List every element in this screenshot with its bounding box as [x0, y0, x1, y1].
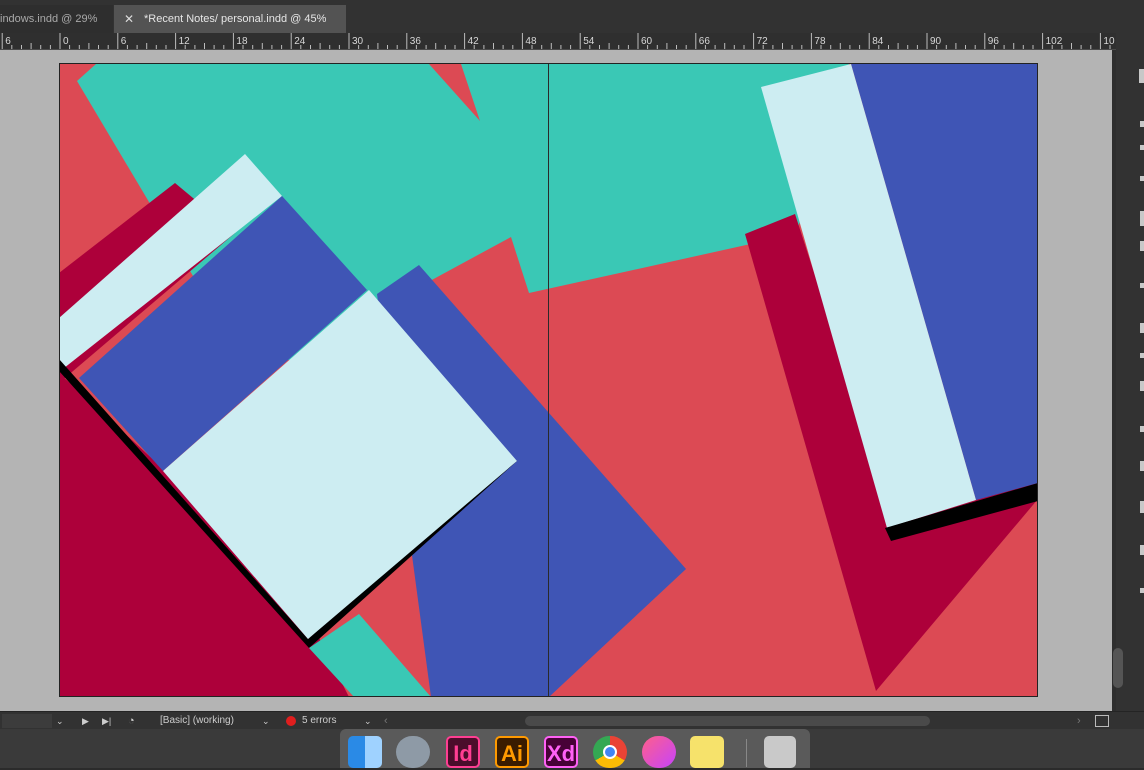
panel-icon — [1140, 501, 1144, 513]
ruler-label: 10 — [1103, 36, 1115, 47]
chevron-down-icon[interactable]: ⌄ — [262, 712, 270, 730]
illustrator-app-label: Ai — [501, 741, 523, 766]
error-status-icon — [286, 716, 296, 726]
ruler-graphic: 6 0 6 12 18 24 30 36 42 48 54 60 66 72 78 84 90 96 102 10 — [1, 33, 1115, 49]
panel-icon — [1140, 121, 1144, 127]
panel-icon — [1139, 69, 1144, 83]
vertical-scrollbar-track[interactable] — [1112, 50, 1116, 711]
panel-icon — [1140, 381, 1144, 391]
tab-windows-document[interactable]: indows.indd @ 29% — [0, 5, 113, 33]
panel-icon — [1140, 176, 1144, 181]
panel-icon — [1140, 211, 1144, 226]
ruler-label: 18 — [236, 36, 248, 47]
panel-icon — [1140, 353, 1144, 358]
ruler-label: 84 — [872, 36, 884, 47]
close-icon[interactable]: ✕ — [124, 5, 134, 33]
stickies-icon[interactable] — [690, 736, 724, 768]
spread-artwork — [59, 63, 1038, 697]
scroll-right-icon[interactable]: › — [1077, 712, 1081, 730]
chrome-center-icon — [603, 745, 617, 759]
panel-icon — [1140, 145, 1144, 150]
next-page-icon[interactable]: ▶ — [82, 712, 89, 730]
launchpad-icon[interactable] — [396, 736, 430, 768]
xd-app-icon[interactable]: Xd — [544, 736, 578, 768]
ruler-label: 0 — [63, 36, 69, 47]
tab-label: indows.indd @ 29% — [0, 13, 98, 25]
indesign-app-icon[interactable]: Id — [446, 736, 480, 768]
preflight-profile[interactable]: [Basic] (working) — [160, 712, 234, 730]
page-number-field[interactable] — [2, 714, 52, 728]
ruler-label: 60 — [641, 36, 653, 47]
document-tab-bar: indows.indd @ 29% ✕ *Recent Notes/ perso… — [0, 0, 1144, 33]
chrome-icon[interactable] — [593, 736, 627, 768]
panel-icon — [1140, 426, 1144, 432]
panel-icon — [1140, 588, 1144, 593]
ruler-label: 12 — [179, 36, 191, 47]
ruler-label: 96 — [988, 36, 1000, 47]
chevron-down-icon[interactable]: ⌄ — [364, 712, 372, 730]
ruler-label: 90 — [930, 36, 942, 47]
ruler-label: 6 — [121, 36, 127, 47]
ruler-label: 54 — [583, 36, 595, 47]
preflight-icon[interactable]: ◔ — [128, 712, 135, 730]
panel-icon — [1140, 323, 1144, 333]
chevron-down-icon[interactable]: ⌄ — [56, 712, 64, 730]
split-window-icon[interactable] — [1095, 715, 1109, 727]
tools-panel-edge[interactable] — [1116, 33, 1144, 713]
panel-icon — [1140, 545, 1144, 555]
indesign-app-label: Id — [453, 741, 473, 766]
ruler-label: 66 — [699, 36, 711, 47]
status-bar: ⌄ ▶ ▶| ◔ [Basic] (working) ⌄ 5 errors ⌄ … — [0, 711, 1144, 730]
finder-icon[interactable] — [348, 736, 382, 768]
trash-icon[interactable] — [764, 736, 796, 768]
xd-app-label: Xd — [546, 741, 576, 766]
ruler-label: 78 — [814, 36, 826, 47]
ruler-label: 30 — [352, 36, 364, 47]
scroll-left-icon[interactable]: ‹ — [384, 712, 388, 730]
ruler-label: 72 — [757, 36, 769, 47]
tab-label: *Recent Notes/ personal.indd @ 45% — [144, 13, 327, 25]
last-page-icon[interactable]: ▶| — [102, 712, 111, 730]
panel-icons — [1139, 69, 1144, 593]
tab-personal-document[interactable]: ✕ *Recent Notes/ personal.indd @ 45% — [114, 5, 346, 33]
macos-dock: Id Ai Xd — [340, 729, 810, 768]
ruler-label: 24 — [294, 36, 306, 47]
panel-icon — [1140, 283, 1144, 288]
ruler-label: 102 — [1046, 36, 1063, 47]
ruler-label: 6 — [5, 36, 11, 47]
ruler-label: 48 — [525, 36, 537, 47]
document-spread[interactable] — [59, 63, 1038, 697]
vertical-scrollbar-thumb[interactable] — [1113, 648, 1123, 688]
horizontal-ruler[interactable]: 6 0 6 12 18 24 30 36 42 48 54 60 66 72 78 84 90 96 102 10 — [0, 33, 1116, 50]
horizontal-scrollbar-thumb[interactable] — [525, 716, 930, 726]
itunes-icon[interactable] — [642, 736, 676, 768]
panel-icon — [1140, 241, 1144, 251]
error-count[interactable]: 5 errors — [302, 712, 336, 730]
illustrator-app-icon[interactable]: Ai — [495, 736, 529, 768]
dock-divider — [746, 739, 747, 767]
ruler-label: 36 — [410, 36, 422, 47]
ruler-label: 42 — [468, 36, 480, 47]
panel-icon — [1140, 461, 1144, 471]
